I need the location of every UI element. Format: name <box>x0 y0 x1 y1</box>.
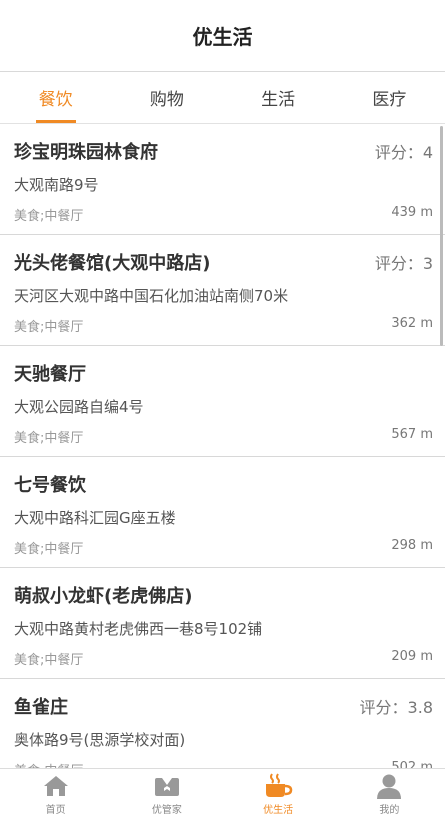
item-distance: 209 m <box>391 649 433 664</box>
item-distance: 439 m <box>391 205 433 220</box>
category-tabs: 餐饮 购物 生活 医疗 <box>0 72 445 124</box>
list-item[interactable]: 七号餐饮 大观中路科汇园G座五楼 美食;中餐厅 298 m <box>0 457 445 568</box>
list-scrollbar[interactable] <box>440 126 443 346</box>
tabbar-life[interactable]: 优生活 <box>223 769 334 820</box>
list-item[interactable]: 珍宝明珠园林食府 评分：4 大观南路9号 美食;中餐厅 439 m <box>0 124 445 235</box>
item-distance: 567 m <box>391 427 433 442</box>
tabbar-label: 优生活 <box>263 805 294 816</box>
item-name: 光头佬餐馆(大观中路店) <box>14 253 211 274</box>
item-category: 美食;中餐厅 <box>14 653 84 668</box>
item-category: 美食;中餐厅 <box>14 542 84 557</box>
tabbar-butler[interactable]: 优管家 <box>111 769 222 820</box>
list-item[interactable]: 光头佬餐馆(大观中路店) 评分：3 天河区大观中路中国石化加油站南侧70米 美食… <box>0 235 445 346</box>
item-address: 大观公园路自编4号 <box>14 398 144 416</box>
restaurant-list[interactable]: 珍宝明珠园林食府 评分：4 大观南路9号 美食;中餐厅 439 m 光头佬餐馆(… <box>0 124 445 770</box>
item-address: 奥体路9号(思源学校对面) <box>14 731 186 749</box>
item-name: 天驰餐厅 <box>14 364 86 385</box>
tabbar-label: 首页 <box>45 805 66 816</box>
item-distance: 298 m <box>391 538 433 553</box>
item-address: 大观南路9号 <box>14 176 99 194</box>
bottom-tabbar: 首页 优管家 优生活 我的 <box>0 768 445 820</box>
tab-shopping[interactable]: 购物 <box>111 72 222 123</box>
item-score: 评分：4 <box>374 143 433 162</box>
item-name: 珍宝明珠园林食府 <box>14 142 158 163</box>
tab-life[interactable]: 生活 <box>223 72 334 123</box>
list-item[interactable]: 鱼雀庄 评分：3.8 奥体路9号(思源学校对面) 美食;中餐厅 502 m <box>0 679 445 770</box>
app-header: 优生活 <box>0 0 445 72</box>
item-category: 美食;中餐厅 <box>14 431 84 446</box>
tabbar-mine[interactable]: 我的 <box>334 769 445 820</box>
item-score: 评分：3 <box>374 254 433 273</box>
item-address: 天河区大观中路中国石化加油站南侧70米 <box>14 287 289 305</box>
tabbar-home[interactable]: 首页 <box>0 769 111 820</box>
item-distance: 362 m <box>391 316 433 331</box>
item-category: 美食;中餐厅 <box>14 320 84 335</box>
item-name: 鱼雀庄 <box>14 697 68 718</box>
list-item[interactable]: 天驰餐厅 大观公园路自编4号 美食;中餐厅 567 m <box>0 346 445 457</box>
list-item[interactable]: 萌叔小龙虾(老虎佛店) 大观中路黄村老虎佛西一巷8号102铺 美食;中餐厅 20… <box>0 568 445 679</box>
user-icon <box>374 773 404 799</box>
page-title: 优生活 <box>192 25 253 49</box>
item-name: 萌叔小龙虾(老虎佛店) <box>14 586 193 607</box>
tabbar-label: 我的 <box>379 805 400 816</box>
tabbar-label: 优管家 <box>151 805 182 816</box>
item-address: 大观中路科汇园G座五楼 <box>14 509 176 527</box>
coffee-cup-icon <box>263 773 293 799</box>
item-category: 美食;中餐厅 <box>14 209 84 224</box>
item-name: 七号餐饮 <box>14 475 86 496</box>
home-icon <box>41 773 71 799</box>
item-address: 大观中路黄村老虎佛西一巷8号102铺 <box>14 620 263 638</box>
tab-dining[interactable]: 餐饮 <box>0 72 111 123</box>
butler-icon <box>152 773 182 799</box>
tab-medical[interactable]: 医疗 <box>334 72 445 123</box>
item-score: 评分：3.8 <box>359 698 433 717</box>
